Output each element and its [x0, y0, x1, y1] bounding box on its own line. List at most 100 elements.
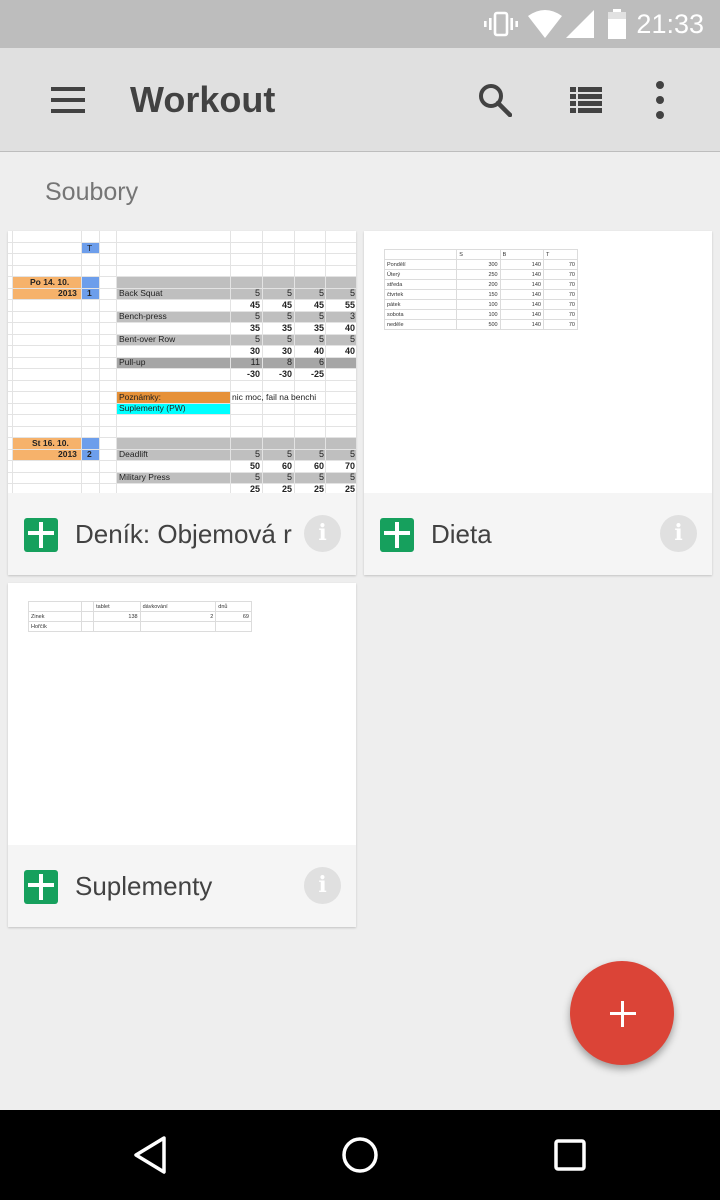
table-cell: 70	[542, 269, 579, 280]
list-view-icon[interactable]	[558, 72, 614, 128]
table-cell: T	[542, 249, 579, 260]
file-card[interactable]: tablet dávkování dnů Zinek 138 2 69 Hořčík Supl…	[8, 583, 356, 927]
table-row: Hořčík	[28, 621, 252, 632]
table-row: tablet dávkování dnů	[28, 601, 252, 612]
cell-num: 55	[344, 300, 355, 310]
table-cell: 250	[456, 269, 501, 280]
table-cell: B	[499, 249, 544, 260]
cell-text: 2	[87, 449, 92, 459]
cell-text: Bench-press	[119, 311, 167, 321]
table-cell: sobota	[383, 309, 458, 320]
battery-icon	[608, 0, 626, 48]
create-new-button[interactable]	[570, 961, 674, 1065]
cell-num: 35	[313, 323, 324, 333]
table-cell: tablet	[93, 601, 141, 612]
file-card-footer: Suplementy i	[8, 845, 356, 927]
file-thumbnail[interactable]: S B T Pondělí 300 140 70 Úterý 250 140 70 středa 200…	[364, 231, 712, 493]
cell-num: 5	[318, 288, 324, 298]
table-cell: dnů	[215, 601, 252, 612]
home-icon[interactable]	[334, 1129, 386, 1181]
table-cell	[139, 621, 217, 632]
cell-num: 35	[249, 323, 260, 333]
cell-num: 25	[313, 484, 324, 493]
cell-num: 40	[344, 346, 355, 356]
cell-num: 5	[286, 472, 292, 482]
cell-text: 1	[87, 288, 92, 298]
cell-num: 5	[254, 311, 260, 321]
table-cell	[80, 601, 95, 612]
table-cell: pátek	[383, 299, 458, 310]
table-cell: 70	[542, 309, 579, 320]
cell-num: 25	[281, 484, 292, 493]
cell-num: 45	[281, 300, 292, 310]
table-cell: 500	[456, 319, 501, 330]
app-title: Workout	[130, 79, 276, 120]
section-label: Soubory	[45, 178, 139, 206]
cell-text: Back Squat	[119, 288, 163, 298]
file-thumbnail[interactable]: tablet dávkování dnů Zinek 138 2 69 Hořčík	[8, 583, 356, 845]
cell-num: 5	[318, 449, 324, 459]
info-icon[interactable]: i	[660, 515, 697, 552]
table-cell: 140	[499, 259, 544, 270]
hamburger-menu-icon[interactable]	[40, 72, 96, 128]
sheets-icon	[24, 870, 58, 904]
cell-num: 50	[249, 461, 260, 471]
table-cell: 69	[215, 611, 252, 622]
recents-icon[interactable]	[544, 1129, 596, 1181]
cell-num: 5	[349, 288, 355, 298]
table-row: Zinek 138 2 69	[28, 611, 252, 622]
cell-text: 2013	[58, 288, 77, 298]
table-cell: Pondělí	[383, 259, 458, 270]
file-thumbnail[interactable]: T Po 14. 10. 2013 1 Back Squat 5 5 5 5 4…	[8, 231, 356, 493]
spreadsheet-preview: S B T Pondělí 300 140 70 Úterý 250 140 70 středa 200…	[383, 249, 579, 330]
grid-row	[8, 381, 356, 392]
table-row: sobota 100 140 70	[383, 309, 579, 320]
cell-num: 5	[286, 311, 292, 321]
table-cell: 140	[499, 279, 544, 290]
table-row: Pondělí 300 140 70	[383, 259, 579, 270]
file-title: Deník: Objemová r	[75, 519, 292, 549]
status-bar: 21:33	[0, 0, 720, 48]
cell-text: Poznámky:	[119, 392, 162, 402]
file-card[interactable]: T Po 14. 10. 2013 1 Back Squat 5 5 5 5 4…	[8, 231, 356, 575]
clock: 21:33	[636, 9, 704, 39]
cell-num: 25	[344, 484, 355, 493]
table-cell: 100	[456, 299, 501, 310]
table-cell: 140	[499, 299, 544, 310]
table-cell: Zinek	[28, 611, 82, 622]
file-card[interactable]: S B T Pondělí 300 140 70 Úterý 250 140 70 středa 200…	[364, 231, 712, 575]
table-cell: 70	[542, 279, 579, 290]
cell-num: -30	[246, 369, 260, 379]
cell-num: 3	[349, 311, 355, 321]
table-cell	[93, 621, 141, 632]
cell-num: 60	[281, 461, 292, 471]
table-cell: Hořčík	[28, 621, 82, 632]
cell-text: Bent-over Row	[119, 334, 176, 344]
cell-num: 5	[318, 472, 324, 482]
back-icon[interactable]	[124, 1129, 176, 1181]
table-cell	[215, 621, 252, 632]
table-row: neděle 500 140 70	[383, 319, 579, 330]
table-row: středa 200 140 70	[383, 279, 579, 290]
table-cell: S	[456, 249, 501, 260]
table-cell: 140	[499, 309, 544, 320]
grid-row	[8, 427, 356, 438]
cell-num: 5	[349, 449, 355, 459]
cell-num: 5	[286, 449, 292, 459]
cell-num: 40	[344, 323, 355, 333]
info-icon[interactable]: i	[304, 515, 341, 552]
file-card-footer: Dieta i	[364, 493, 712, 575]
cell-num: 30	[281, 346, 292, 356]
cell-num: 5	[254, 288, 260, 298]
table-cell: neděle	[383, 319, 458, 330]
cell-num: 45	[313, 300, 324, 310]
info-icon[interactable]: i	[304, 867, 341, 904]
table-row: Úterý 250 140 70	[383, 269, 579, 280]
cell-num: 5	[286, 334, 292, 344]
table-cell	[28, 601, 82, 612]
file-title: Suplementy	[75, 871, 213, 901]
grid-row	[8, 415, 356, 427]
more-vert-icon[interactable]	[632, 72, 688, 128]
search-icon[interactable]	[467, 72, 523, 128]
cell-num: 40	[313, 346, 324, 356]
